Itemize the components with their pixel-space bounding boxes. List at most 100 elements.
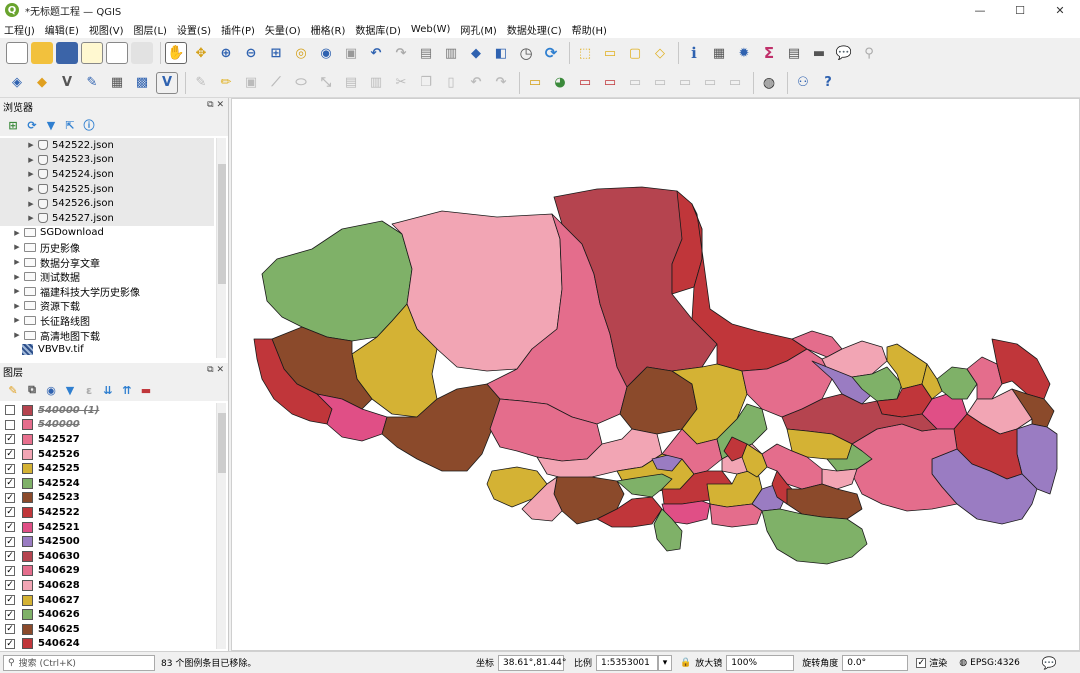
unpin-label-icon[interactable]: ▭: [724, 72, 746, 94]
redo-icon[interactable]: ↷: [490, 72, 512, 94]
settings-gear-icon[interactable]: ✹: [733, 42, 755, 64]
open-project-icon[interactable]: [31, 42, 53, 64]
layer-visibility-checkbox[interactable]: ✓: [5, 463, 15, 474]
layer-item[interactable]: ✓ 540624: [0, 637, 214, 649]
select-by-value-icon[interactable]: ▭: [599, 42, 621, 64]
expand-arrow-icon[interactable]: ▶: [12, 273, 22, 281]
browser-folder-item[interactable]: ▶ 数据分享文章: [0, 255, 214, 270]
modify-attributes-icon[interactable]: ▤: [340, 72, 362, 94]
browser-file-item[interactable]: ▶ 542522.json: [0, 138, 214, 153]
zoom-to-layer-icon[interactable]: ◉: [315, 42, 337, 64]
layers-scrollbar[interactable]: [216, 403, 226, 649]
zoom-to-selection-icon[interactable]: ◎: [290, 42, 312, 64]
layer-item[interactable]: ✓ 542521: [0, 520, 214, 535]
expand-arrow-icon[interactable]: ▶: [26, 200, 36, 208]
menu-mesh[interactable]: 网孔(M): [460, 22, 496, 37]
change-label-icon[interactable]: ▭: [674, 72, 696, 94]
layer-visibility-checkbox[interactable]: ✓: [5, 638, 15, 649]
menu-vector[interactable]: 矢量(O): [265, 22, 301, 37]
zoom-out-icon[interactable]: ⊖: [240, 42, 262, 64]
browser-scrollbar[interactable]: [216, 138, 226, 358]
layer-item[interactable]: ✓ 540630: [0, 549, 214, 564]
browser-raster-item[interactable]: VBVBv.tif: [0, 342, 214, 357]
pan-hand-icon[interactable]: ✋: [165, 42, 187, 64]
magnifier-field[interactable]: 100%: [726, 654, 795, 671]
cut-features-icon[interactable]: ✂: [390, 72, 412, 94]
show-bookmarks-icon[interactable]: ◧: [490, 42, 512, 64]
layer-visibility-checkbox[interactable]: ✓: [5, 580, 15, 591]
undo-icon[interactable]: ↶: [465, 72, 487, 94]
crs-globe-icon[interactable]: ◍: [959, 658, 967, 668]
new-map-view-icon[interactable]: ▤: [415, 42, 437, 64]
map-region[interactable]: [991, 338, 1051, 400]
new-3d-view-icon[interactable]: ▥: [440, 42, 462, 64]
layer-item[interactable]: 540000 (1): [0, 403, 214, 418]
browser-folder-item[interactable]: ▶ 测试数据: [0, 269, 214, 284]
browser-folder-item[interactable]: ▶ 高清地图下载: [0, 328, 214, 343]
locator-search-icon[interactable]: ⚲: [858, 42, 880, 64]
collapse-all-icon[interactable]: ⇱: [61, 116, 79, 134]
menu-settings[interactable]: 设置(S): [177, 22, 211, 37]
expand-arrow-icon[interactable]: ▶: [12, 229, 22, 237]
layer-visibility-checkbox[interactable]: ✓: [5, 565, 15, 576]
panel-close-icon[interactable]: ⧉ ✕: [207, 100, 224, 110]
layer-item[interactable]: ✓ 542526: [0, 447, 214, 462]
help-icon[interactable]: ?: [817, 72, 839, 94]
menu-view[interactable]: 视图(V): [89, 22, 124, 37]
pan-to-selection-icon[interactable]: ✥: [190, 42, 212, 64]
lock-icon[interactable]: 🔒: [680, 658, 691, 668]
pin-label-icon[interactable]: ▭: [574, 72, 596, 94]
open-attribute-table-icon[interactable]: ▦: [708, 42, 730, 64]
layer-visibility-checkbox[interactable]: ✓: [5, 492, 15, 503]
crs-label[interactable]: EPSG:4326: [970, 658, 1020, 668]
map-canvas[interactable]: [231, 98, 1080, 651]
menu-edit[interactable]: 编辑(E): [45, 22, 79, 37]
select-by-location-icon[interactable]: ◇: [649, 42, 671, 64]
refresh-icon[interactable]: ⟳: [540, 42, 562, 64]
layout-manager-icon[interactable]: [106, 42, 128, 64]
expand-arrow-icon[interactable]: ▶: [26, 185, 36, 193]
layer-item[interactable]: ✓ 542523: [0, 491, 214, 506]
zoom-next-icon[interactable]: ↷: [390, 42, 412, 64]
save-project-icon[interactable]: [56, 42, 78, 64]
layer-item[interactable]: ✓ 540626: [0, 607, 214, 622]
add-raster-layer-icon[interactable]: ▦: [106, 72, 128, 94]
menu-database[interactable]: 数据库(D): [355, 22, 401, 37]
layer-visibility-checkbox[interactable]: ✓: [5, 595, 15, 606]
expand-arrow-icon[interactable]: ▶: [12, 316, 22, 324]
close-button[interactable]: ✕: [1040, 0, 1080, 20]
layer-item[interactable]: ✓ 542524: [0, 476, 214, 491]
toggle-editing-icon[interactable]: ✏: [215, 72, 237, 94]
map-region[interactable]: [761, 508, 868, 565]
browser-folder-item[interactable]: ▶ 历史影像: [0, 240, 214, 255]
info-icon[interactable]: ⓘ: [80, 116, 98, 134]
menu-help[interactable]: 帮助(H): [572, 22, 607, 37]
layer-visibility-checkbox[interactable]: ✓: [5, 536, 15, 547]
show-hide-labels-icon[interactable]: ▭: [599, 72, 621, 94]
messages-icon[interactable]: 💬: [1042, 656, 1057, 670]
add-vector-layer-icon[interactable]: ◆: [31, 72, 53, 94]
python-console-icon[interactable]: ⚇: [792, 72, 814, 94]
menu-processing[interactable]: 数据处理(C): [507, 22, 562, 37]
move-label-icon[interactable]: ▭: [624, 72, 646, 94]
map-tips-icon[interactable]: 💬: [833, 42, 855, 64]
paste-features-icon[interactable]: ▯: [440, 72, 462, 94]
zoom-native-icon[interactable]: ▣: [340, 42, 362, 64]
filter-legend-icon[interactable]: ▼: [61, 381, 79, 399]
diagram-tool-icon[interactable]: ◕: [549, 72, 571, 94]
layer-visibility-checkbox[interactable]: ✓: [5, 551, 15, 562]
render-checkbox[interactable]: ✓: [916, 657, 927, 668]
layer-visibility-checkbox[interactable]: ✓: [5, 507, 15, 518]
menu-project[interactable]: 工程(J): [4, 22, 35, 37]
browser-folder-item[interactable]: ▶ 长征路线图: [0, 313, 214, 328]
statistics-sigma-icon[interactable]: Σ: [758, 42, 780, 64]
layer-item[interactable]: ✓ 542527: [0, 432, 214, 447]
layer-visibility-checkbox[interactable]: ✓: [5, 434, 15, 445]
globe-icon[interactable]: ◍: [758, 72, 780, 94]
coordinate-field[interactable]: 38.61°,81.44°: [498, 654, 566, 671]
layer-visibility-checkbox[interactable]: [5, 405, 15, 416]
layer-visibility-checkbox[interactable]: ✓: [5, 624, 15, 635]
layers-scroll-thumb[interactable]: [218, 413, 226, 473]
rotate-label-icon[interactable]: ▭: [649, 72, 671, 94]
bookmark-icon[interactable]: ◆: [465, 42, 487, 64]
